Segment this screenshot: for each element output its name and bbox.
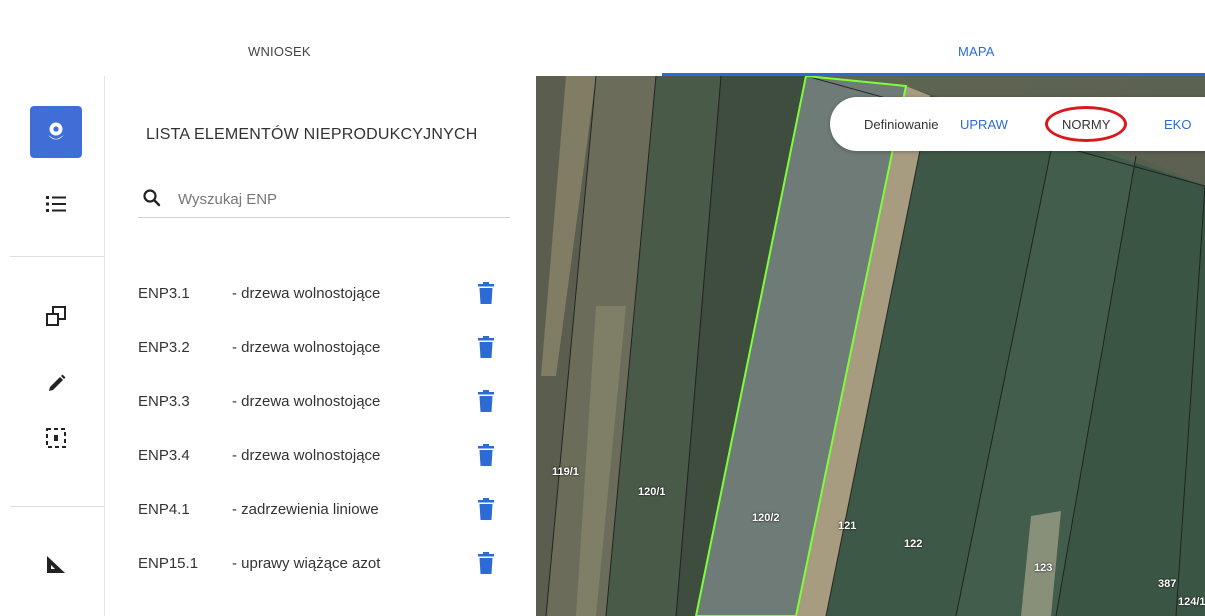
list-item[interactable]: ENP15.1 - uprawy wiążące azot (106, 538, 536, 592)
enp-code: ENP15.1 (138, 555, 199, 572)
pencil-icon[interactable] (30, 358, 82, 410)
list-icon[interactable] (30, 178, 82, 230)
map-view[interactable]: 119/1 120/1 120/2 121 122 123 387 124/1 (536, 76, 1205, 616)
parcel-label: 121 (838, 520, 857, 532)
list-item[interactable]: ENP3.3 - drzewa wolnostojące (106, 376, 536, 430)
enp-description: - drzewa wolnostojące (232, 393, 381, 410)
list-item[interactable]: ENP3.4 - drzewa wolnostojące (106, 430, 536, 484)
enp-description: - uprawy wiążące azot (232, 555, 381, 572)
parcel-label: 119/1 (552, 466, 579, 478)
enp-description: - zadrzewienia liniowe (232, 501, 379, 518)
list-item[interactable]: ENP4.1 - zadrzewienia liniowe (106, 484, 536, 538)
eko-button[interactable]: EKO (1164, 117, 1191, 132)
rail-divider (10, 256, 104, 257)
definiowanie-toolbar: Definiowanie UPRAW NORMY EKO (830, 97, 1205, 151)
copy-icon[interactable] (30, 290, 82, 342)
delete-icon[interactable] (476, 444, 496, 466)
enp-code: ENP4.1 (138, 501, 190, 518)
upraw-button[interactable]: UPRAW (960, 117, 1008, 132)
tool-rail (10, 76, 105, 616)
rail-divider (10, 506, 104, 507)
enp-code: ENP3.1 (138, 285, 190, 302)
enp-description: - drzewa wolnostojące (232, 339, 381, 356)
parcel-label: 124/1 (1178, 596, 1205, 608)
ruler-icon[interactable] (30, 538, 82, 590)
parcel-label: 120/1 (638, 486, 666, 498)
tab-wniosek[interactable]: WNIOSEK (248, 44, 448, 59)
panel-title: LISTA ELEMENTÓW NIEPRODUKCYJNYCH (146, 126, 478, 143)
search-icon (143, 189, 161, 207)
list-item[interactable]: ENP3.1 - drzewa wolnostojące (106, 268, 536, 322)
tab-mapa[interactable]: MAPA (958, 44, 995, 59)
parcel-label: 120/2 (752, 512, 780, 524)
parcel-label: 122 (904, 538, 923, 550)
parcel-label: 387 (1158, 578, 1177, 590)
selection-icon[interactable] (30, 412, 82, 464)
definiowanie-label: Definiowanie (864, 117, 939, 132)
delete-icon[interactable] (476, 336, 496, 358)
delete-icon[interactable] (476, 390, 496, 412)
tab-bar: WNIOSEK MAPA (0, 0, 1205, 76)
search-input[interactable] (178, 186, 498, 212)
delete-icon[interactable] (476, 552, 496, 574)
search-box (138, 186, 510, 218)
delete-icon[interactable] (476, 498, 496, 520)
enp-panel: LISTA ELEMENTÓW NIEPRODUKCYJNYCH ENP3.1 … (106, 76, 536, 616)
flower-icon[interactable] (30, 106, 82, 158)
enp-description: - drzewa wolnostojące (232, 447, 381, 464)
enp-description: - drzewa wolnostojące (232, 285, 381, 302)
enp-code: ENP3.3 (138, 393, 190, 410)
delete-icon[interactable] (476, 282, 496, 304)
highlight-circle (1045, 106, 1127, 142)
enp-code: ENP3.4 (138, 447, 190, 464)
enp-code: ENP3.2 (138, 339, 190, 356)
satellite-imagery (536, 76, 1205, 616)
list-item[interactable]: ENP3.2 - drzewa wolnostojące (106, 322, 536, 376)
parcel-label: 123 (1034, 562, 1053, 574)
